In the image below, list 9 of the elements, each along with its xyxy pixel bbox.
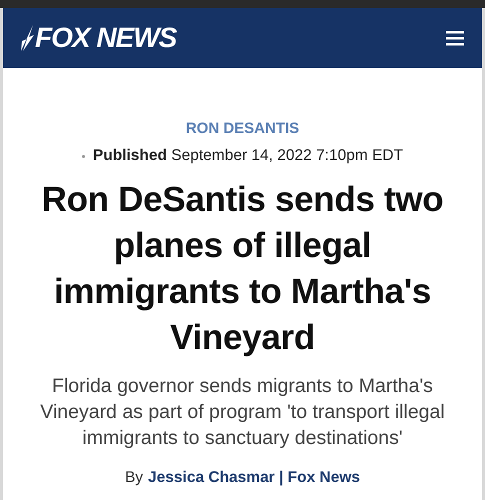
byline-prefix: By [124, 469, 144, 487]
author-link[interactable]: Jessica Chasmar | Fox News [148, 469, 360, 487]
subheadline: Florida governor sends migrants to Martha's Vineyard as part of program 'to transport illegal immigrants to sanctuary destinations' [39, 374, 446, 451]
publish-date: Published September 14, 2022 7:10pm EDT [92, 147, 404, 165]
menu-icon[interactable] [446, 30, 464, 46]
headline: Ron DeSantis sends two planes of illegal immigrants to Martha's Vineyard [40, 179, 444, 359]
site-logo[interactable]: FOX NEWS [35, 22, 176, 54]
category-link[interactable]: RON DESANTIS [186, 120, 300, 137]
bullet-icon [82, 154, 85, 158]
